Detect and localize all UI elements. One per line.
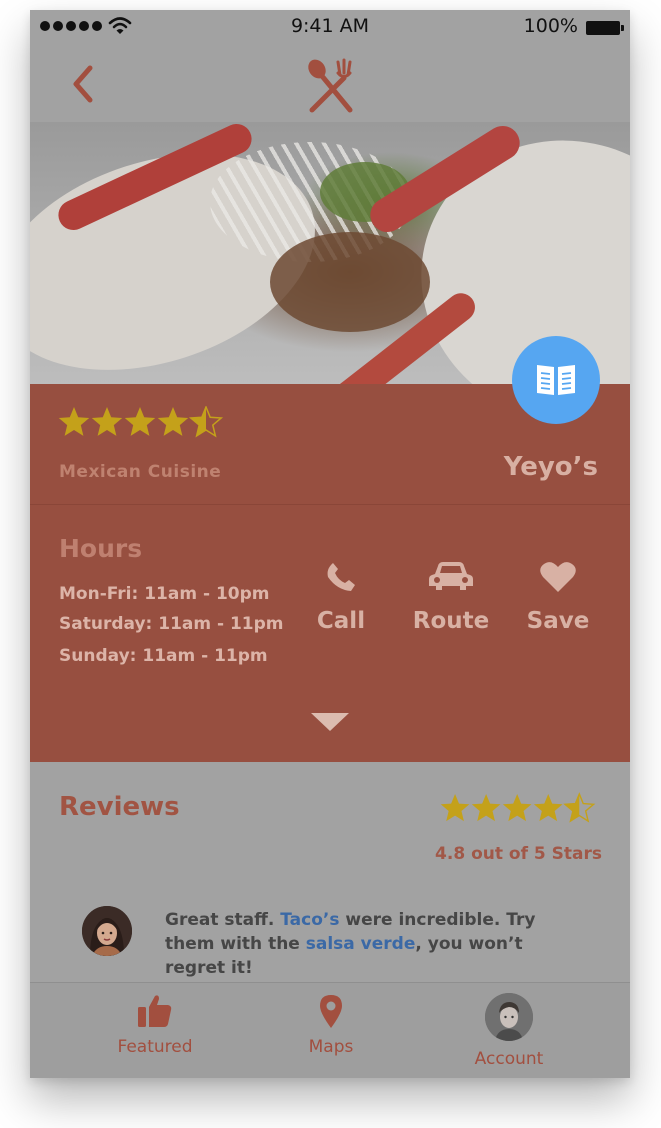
reviews-star-rating — [440, 793, 595, 822]
save-label: Save — [526, 608, 590, 634]
battery-percent: 100% — [523, 15, 578, 37]
route-button[interactable]: Route — [401, 560, 501, 634]
status-bar: 9:41 AM 100% — [30, 10, 630, 46]
call-button[interactable]: Call — [291, 560, 391, 634]
spoon-fork-icon — [308, 58, 353, 113]
hours-line: Saturday: 11am - 11pm — [59, 614, 284, 634]
restaurant-info-panel: Mexican Cuisine Yeyo’s Hours Mon-Fri: 11… — [30, 384, 630, 762]
hours-line: Mon-Fri: 11am - 10pm — [59, 584, 270, 604]
back-chevron-icon[interactable] — [66, 64, 102, 104]
review-highlight[interactable]: salsa verde — [306, 934, 416, 954]
menu-button[interactable] — [512, 336, 600, 424]
heart-icon — [540, 562, 576, 592]
review-text-part: Great staff. — [165, 910, 281, 930]
tab-maps[interactable]: Maps — [251, 993, 411, 1057]
route-label: Route — [412, 608, 490, 634]
restaurant-name: Yeyo’s — [503, 452, 598, 482]
phone-icon — [327, 563, 355, 591]
reviews-title: Reviews — [59, 792, 180, 822]
tab-maps-label: Maps — [308, 1037, 354, 1057]
review-text: Great staff. Taco’s were incredible. Try… — [165, 908, 585, 980]
hours-title: Hours — [59, 534, 143, 563]
reviews-section: Reviews 4.8 out of 5 Stars Great staff. … — [30, 762, 630, 982]
battery-icon — [586, 21, 624, 35]
tab-account-label: Account — [474, 1049, 544, 1069]
rating-summary: 4.8 out of 5 Stars — [435, 844, 602, 864]
tab-bar: Featured Maps Account — [30, 982, 630, 1078]
account-avatar — [485, 993, 533, 1041]
hours-line: Sunday: 11am - 11pm — [59, 646, 268, 666]
triangle-down-icon[interactable] — [310, 710, 350, 734]
thumbs-up-icon — [138, 995, 172, 1027]
star-rating — [58, 406, 222, 437]
tab-featured-label: Featured — [117, 1037, 193, 1057]
tab-featured[interactable]: Featured — [75, 993, 235, 1057]
review-highlight[interactable]: Taco’s — [280, 910, 339, 930]
cuisine-label: Mexican Cuisine — [59, 462, 222, 482]
divider — [30, 504, 630, 505]
tab-account[interactable]: Account — [429, 993, 589, 1069]
book-icon — [537, 365, 575, 395]
map-pin-icon — [320, 995, 342, 1028]
save-button[interactable]: Save — [508, 560, 608, 634]
reviewer-avatar[interactable] — [82, 906, 132, 956]
car-icon — [429, 562, 473, 590]
nav-bar — [30, 46, 630, 122]
call-label: Call — [316, 608, 366, 634]
phone-screen: 9:41 AM 100% Mexican Cuisine Yeyo’s Hour… — [30, 10, 630, 1078]
